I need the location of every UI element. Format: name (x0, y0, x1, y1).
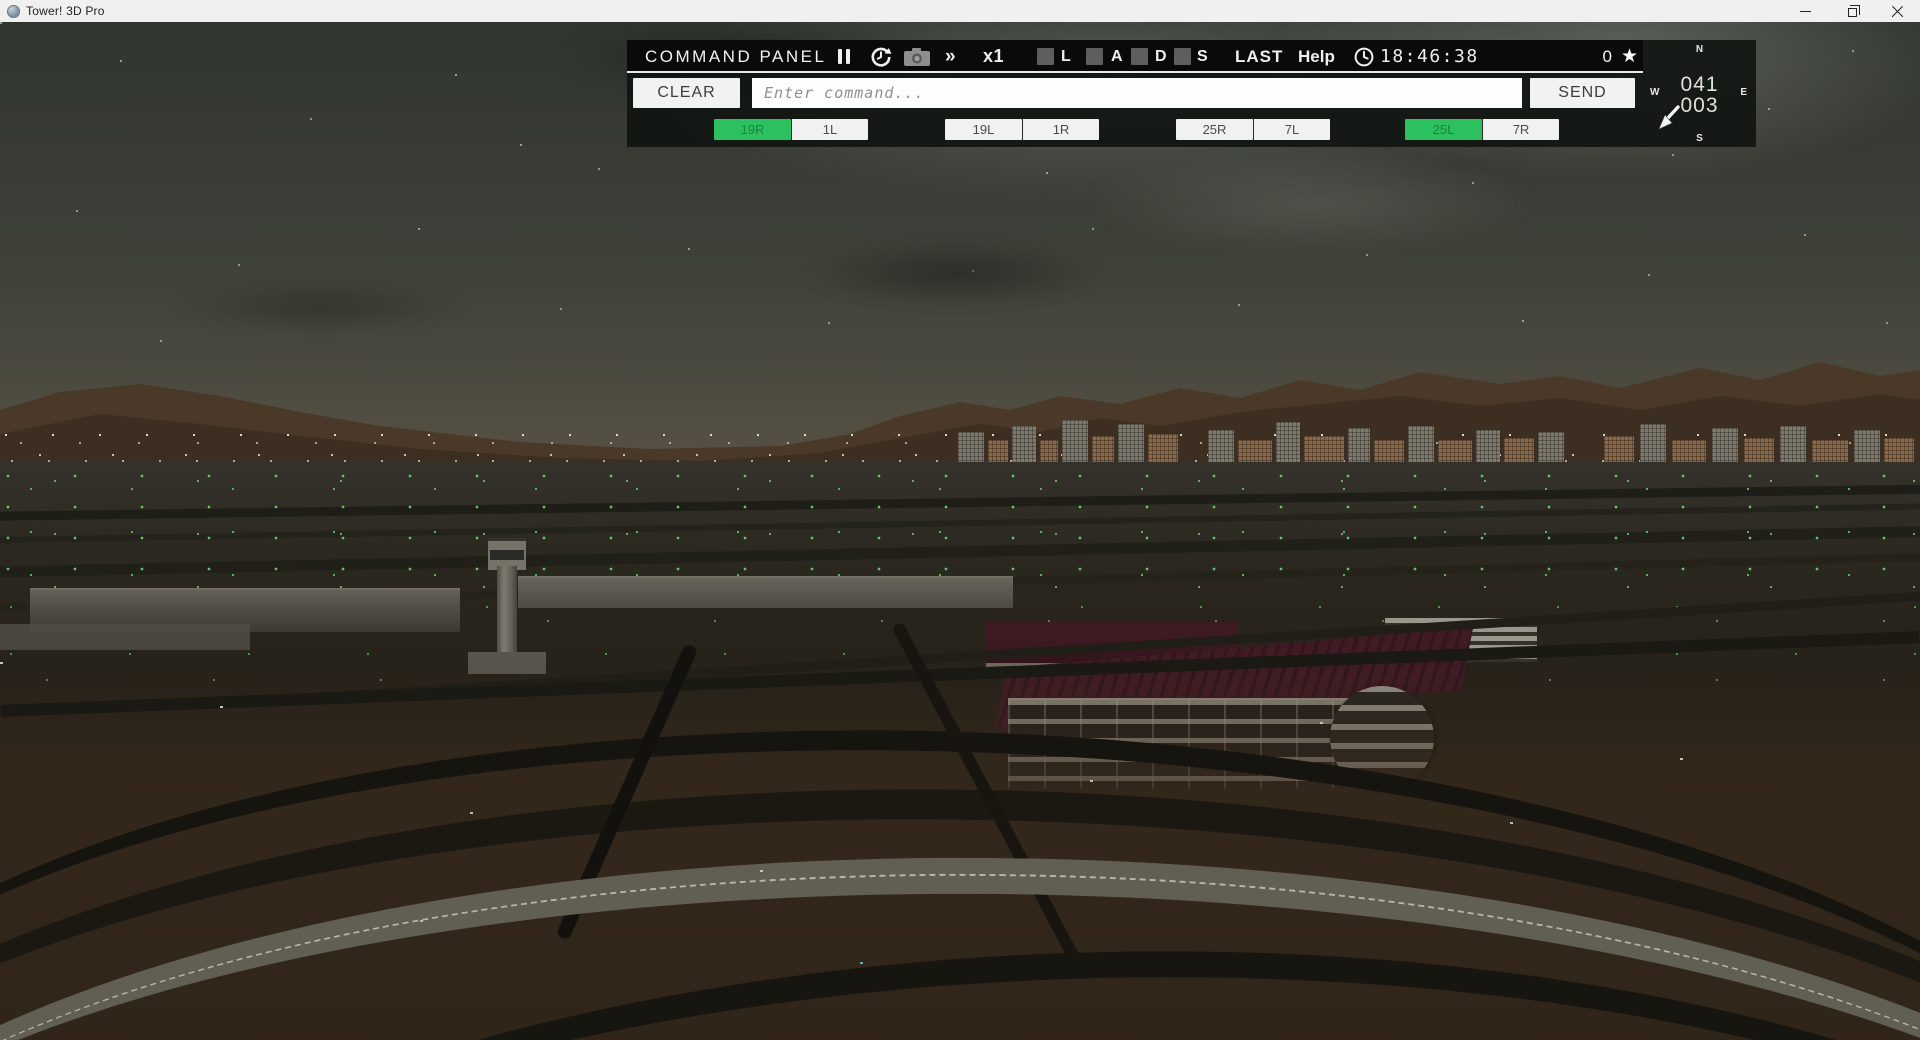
clear-button[interactable]: CLEAR (633, 78, 740, 108)
runway-button-7L[interactable]: 7L (1253, 119, 1330, 140)
wind-compass: N W E S 041 003 (1643, 40, 1756, 147)
replay-button[interactable] (869, 40, 893, 73)
runway-button-7R[interactable]: 7R (1482, 119, 1559, 140)
score-value: 0 (1603, 40, 1612, 73)
close-icon (1891, 5, 1904, 18)
runway-button-19L[interactable]: 19L (945, 119, 1022, 140)
fast-forward-button[interactable]: » (945, 40, 956, 73)
wind-direction-value: 041 (1643, 74, 1756, 95)
sim-time: 18:46:38 (1380, 40, 1479, 73)
runway-group-25R-7L: 25R 7L (1176, 119, 1330, 140)
pause-button[interactable] (838, 40, 850, 73)
runway-button-19R[interactable]: 19R (714, 119, 791, 140)
command-panel: COMMAND PANEL » x1 L (627, 40, 1756, 147)
runway-button-25R[interactable]: 25R (1176, 119, 1253, 140)
app-window: Tower! 3D Pro (0, 0, 1920, 1040)
score-star-icon: ★ (1621, 40, 1638, 73)
window-titlebar: Tower! 3D Pro (0, 0, 1920, 22)
toggle-strips-label: S (1197, 40, 1208, 73)
toggle-strips-checkbox[interactable] (1174, 48, 1191, 65)
scene-viewport[interactable] (0, 22, 1920, 1040)
minimize-button[interactable] (1782, 0, 1828, 22)
toggle-arrival-label: A (1111, 40, 1123, 73)
car-lights (0, 662, 3, 664)
command-panel-topbar: COMMAND PANEL » x1 L (627, 40, 1643, 73)
replay-icon (869, 45, 893, 69)
runway-group-19R-1L: 19R 1L (714, 119, 868, 140)
window-controls (1782, 0, 1920, 22)
restore-icon (1848, 8, 1857, 17)
clock-icon (1354, 40, 1374, 73)
compass-south-label: S (1643, 133, 1756, 144)
send-button[interactable]: SEND (1530, 78, 1635, 108)
toggle-landing-checkbox[interactable] (1037, 48, 1054, 65)
window-title: Tower! 3D Pro (26, 4, 105, 18)
toggle-arrival-checkbox[interactable] (1086, 48, 1103, 65)
minimize-icon (1800, 11, 1811, 12)
camera-icon (903, 47, 931, 67)
pause-icon (846, 49, 850, 64)
close-button[interactable] (1874, 0, 1920, 22)
help-button[interactable]: Help (1298, 40, 1335, 73)
hangar-buildings (0, 624, 250, 650)
command-input[interactable] (752, 78, 1522, 108)
toggle-landing-label: L (1061, 40, 1071, 73)
command-panel-title: COMMAND PANEL (645, 40, 826, 73)
concourse-building (518, 576, 1013, 608)
sim-speed-button[interactable]: x1 (983, 40, 1004, 73)
runway-button-1L[interactable]: 1L (791, 119, 868, 140)
wind-arrow-icon (1657, 102, 1683, 132)
toggle-departure-label: D (1155, 40, 1167, 73)
runway-button-1R[interactable]: 1R (1022, 119, 1099, 140)
last-command-button[interactable]: LAST (1235, 40, 1283, 73)
restore-button[interactable] (1828, 0, 1874, 22)
toggle-departure-checkbox[interactable] (1131, 48, 1148, 65)
runway-button-25L[interactable]: 25L (1405, 119, 1482, 140)
runway-group-25L-7R: 25L 7R (1405, 119, 1559, 140)
app-icon (7, 5, 20, 18)
compass-north-label: N (1643, 44, 1756, 55)
runway-group-19L-1R: 19L 1R (945, 119, 1099, 140)
pause-icon (838, 49, 842, 64)
screenshot-button[interactable] (903, 40, 931, 73)
scene-foreground (0, 662, 1920, 1040)
